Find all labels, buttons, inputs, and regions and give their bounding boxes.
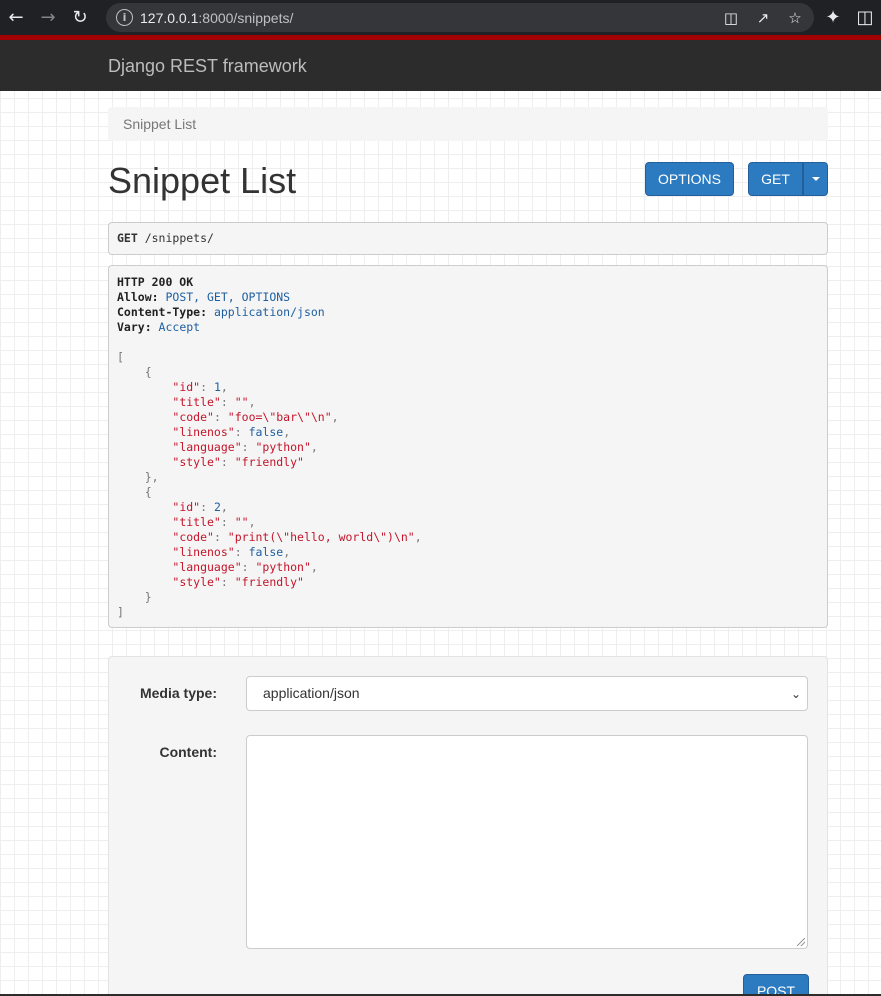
get-button[interactable]: GET [748, 162, 803, 196]
raw-data-form: Media type: application/json ⌄ Content: … [108, 656, 828, 996]
snippet-code: "print(\"hello, world\")\n" [227, 530, 415, 544]
info-icon[interactable]: i [116, 9, 133, 26]
request-info: GET /snippets/ [108, 222, 828, 255]
snippet-title: "" [234, 395, 249, 409]
post-button[interactable]: POST [743, 974, 809, 996]
share-icon[interactable]: ↗ [752, 7, 774, 29]
header-value: Accept [151, 320, 201, 334]
snippet-linenos: false [248, 425, 284, 439]
snippet-id: 2 [213, 500, 221, 514]
header-value: POST, GET, OPTIONS [158, 290, 291, 304]
content-label: Content: [159, 744, 217, 760]
get-format-dropdown-button[interactable] [803, 162, 828, 196]
get-button-group: GET [748, 162, 828, 196]
header-name: Content-Type: [117, 305, 208, 319]
request-path: /snippets/ [137, 231, 214, 245]
address-bar[interactable]: i 127.0.0.1:8000/snippets/ ◫ ↗ ☆ [106, 3, 814, 32]
back-arrow-icon[interactable]: ← [0, 0, 32, 35]
url-path: :8000/snippets/ [198, 9, 294, 26]
media-type-select[interactable]: application/json ⌄ [246, 676, 808, 711]
snippet-code: "foo=\"bar\"\n" [227, 410, 332, 424]
snippet-style: "friendly" [234, 455, 304, 469]
navbar: Django REST framework [0, 35, 881, 91]
chevron-down-icon: ⌄ [790, 687, 801, 701]
url-text[interactable]: 127.0.0.1:8000/snippets/ [140, 10, 293, 26]
resize-handle-icon[interactable] [797, 938, 805, 946]
navbar-brand[interactable]: Django REST framework [108, 56, 307, 77]
breadcrumb-item[interactable]: Snippet List [123, 116, 196, 132]
caret-down-icon [811, 177, 820, 181]
browser-toolbar: ← → ↻ i 127.0.0.1:8000/snippets/ ◫ ↗ ☆ ✦… [0, 0, 881, 35]
options-button[interactable]: OPTIONS [645, 162, 734, 196]
url-host: 127.0.0.1 [140, 9, 199, 26]
breadcrumb: Snippet List [108, 107, 828, 141]
response-status: HTTP 200 OK [117, 275, 194, 289]
snippet-id: 1 [213, 380, 221, 394]
forward-arrow-icon[interactable]: → [32, 0, 64, 35]
sidebar-icon[interactable]: ◫ [849, 0, 881, 35]
media-type-value: application/json [263, 685, 360, 701]
response-info: HTTP 200 OK Allow: POST, GET, OPTIONS Co… [108, 265, 828, 628]
header-name: Vary: [117, 320, 152, 334]
translate-icon[interactable]: ◫ [720, 7, 742, 29]
snippet-language: "python" [255, 440, 311, 454]
content-textarea[interactable] [246, 735, 808, 949]
reload-icon[interactable]: ↻ [64, 0, 96, 35]
snippet-language: "python" [255, 560, 311, 574]
snippet-linenos: false [248, 545, 284, 559]
media-type-label: Media type: [139, 685, 217, 701]
request-method: GET [117, 231, 138, 245]
snippet-title: "" [234, 515, 249, 529]
header-name: Allow: [117, 290, 159, 304]
star-icon[interactable]: ☆ [784, 7, 806, 29]
header-value: application/json [207, 305, 325, 319]
snippet-style: "friendly" [234, 575, 304, 589]
extensions-icon[interactable]: ✦ [817, 0, 849, 35]
page-title: Snippet List [108, 160, 297, 201]
